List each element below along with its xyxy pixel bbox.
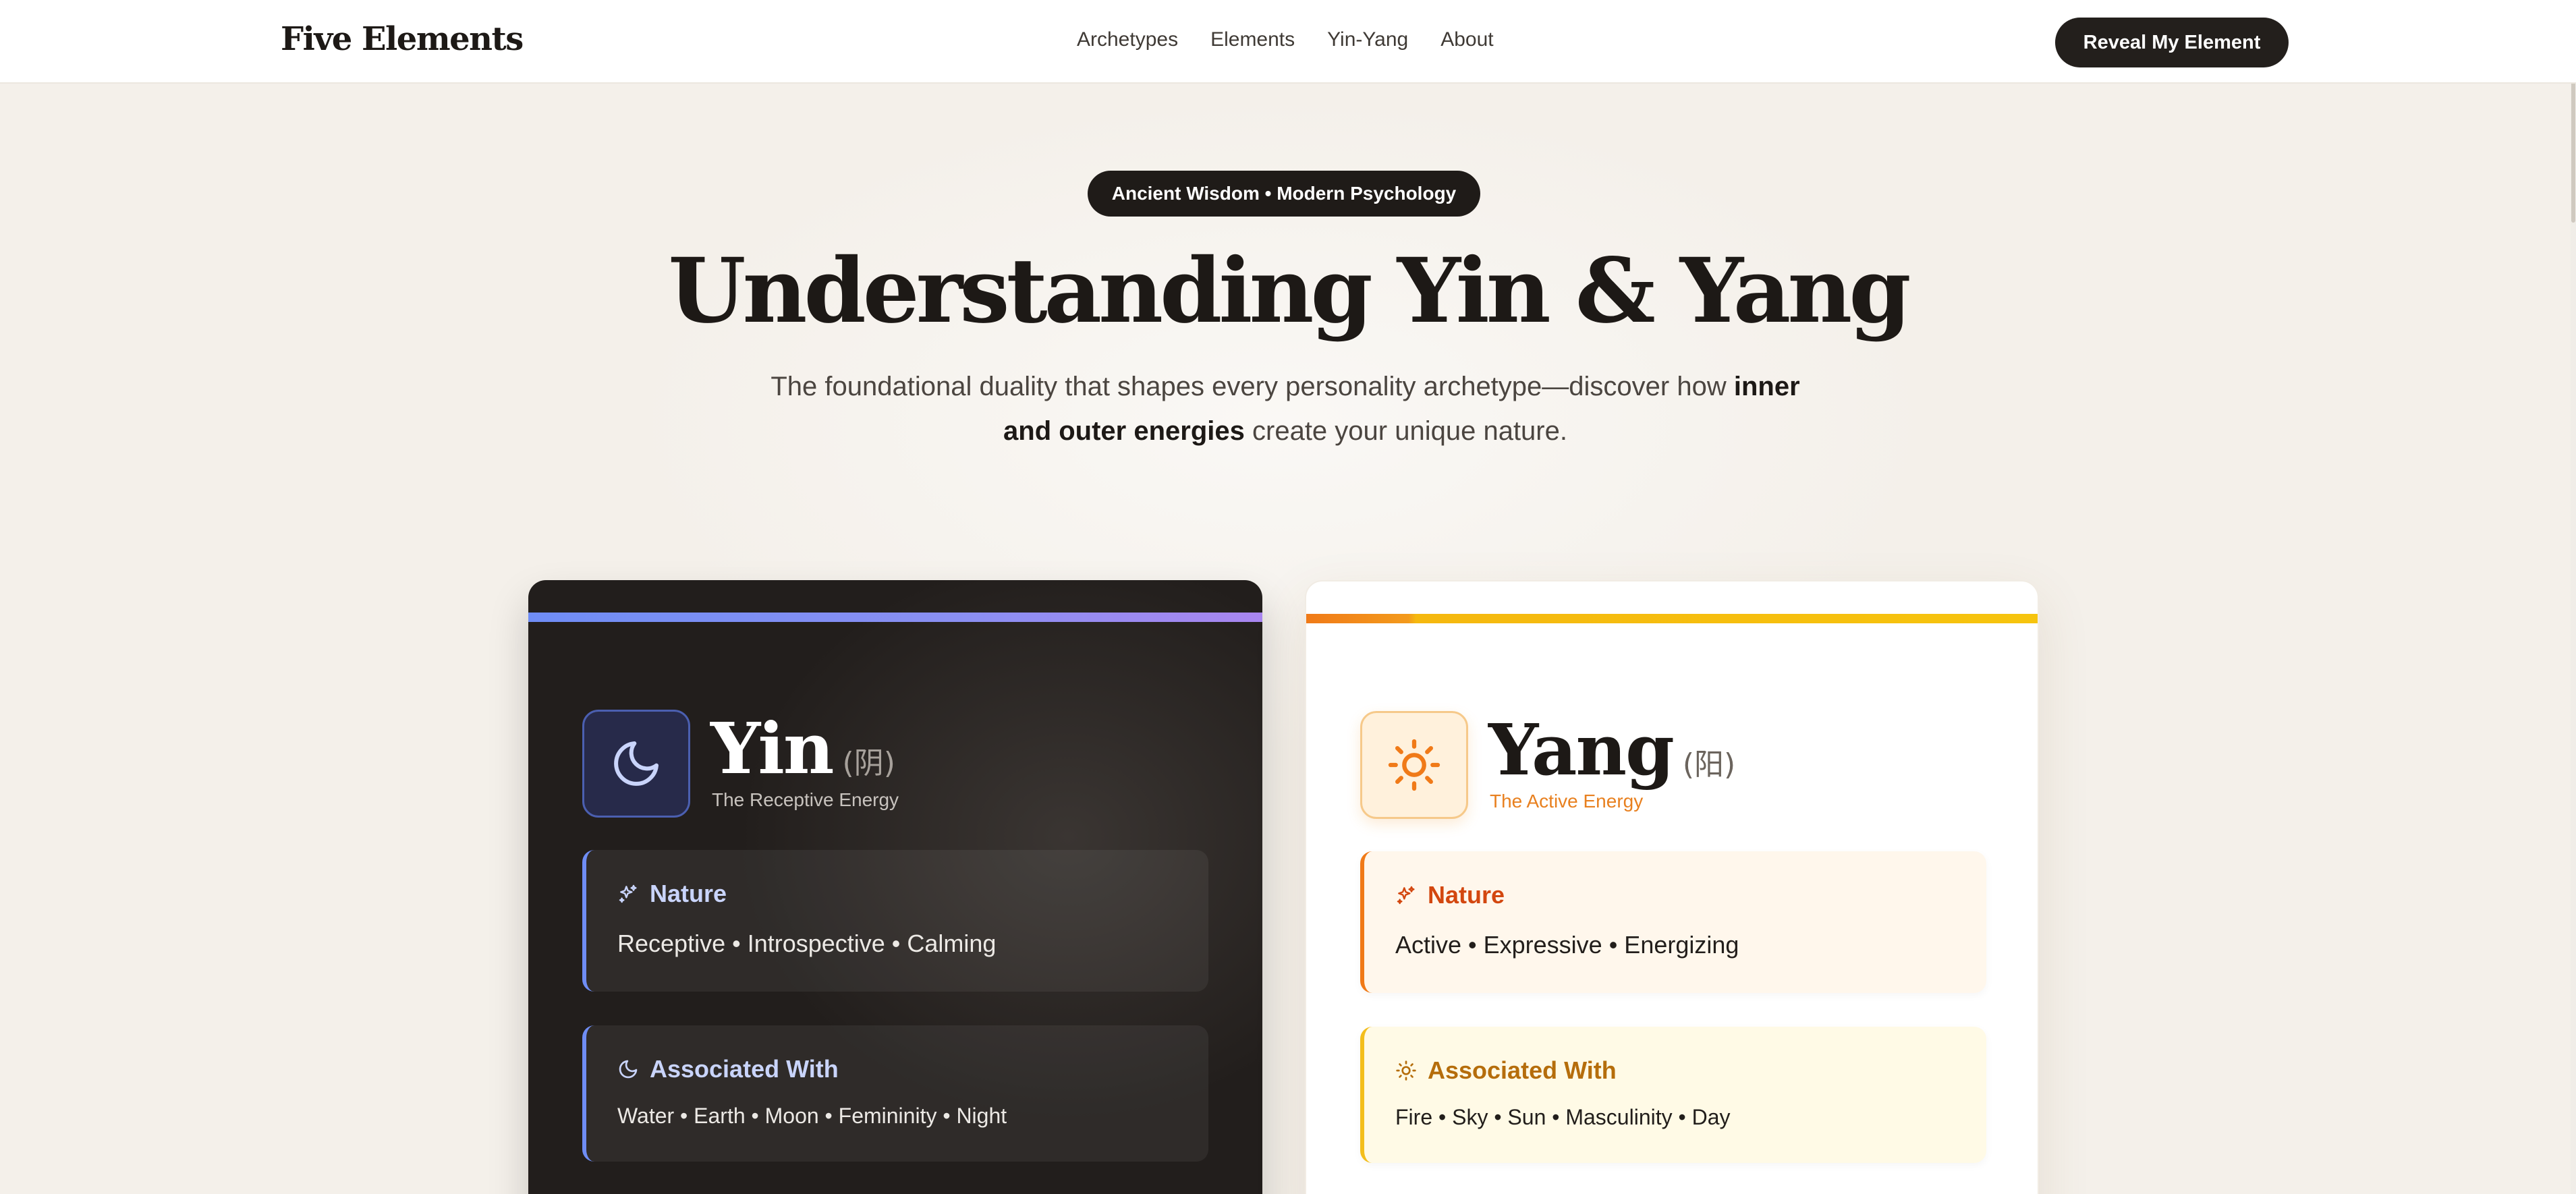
yang-associations-panel: Associated With Fire • Sky • Sun • Mascu… (1360, 1027, 1986, 1163)
yang-tagline: The Active Energy (1490, 791, 1644, 812)
yang-nature-panel: Nature Active • Expressive • Energizing (1360, 851, 1986, 993)
sparkles-icon (1397, 886, 1415, 905)
yin-nature-text: Receptive • Introspective • Calming (617, 930, 997, 957)
yang-name: Yang (1488, 708, 1675, 791)
yang-nature-text: Active • Expressive • Energizing (1395, 931, 1739, 959)
yin-associations-title: Associated With (650, 1055, 839, 1083)
sun-icon (1388, 739, 1440, 791)
hero-badge: Ancient Wisdom • Modern Psychology (1088, 171, 1480, 217)
yang-associations-text: Fire • Sky • Sun • Masculinity • Day (1395, 1105, 1731, 1129)
main-nav: Archetypes Elements Yin-Yang About (1077, 28, 1494, 51)
yin-card: Yin (阴) The Receptive Energy Nature Recep… (528, 580, 1262, 1194)
nav-link-archetypes[interactable]: Archetypes (1077, 28, 1178, 51)
nav-link-elements[interactable]: Elements (1210, 28, 1295, 51)
yang-chinese: (阳) (1682, 747, 1736, 782)
moon-icon (619, 1060, 638, 1079)
scrollbar[interactable] (2571, 0, 2576, 1194)
yang-associations-heading: Associated With (1395, 1056, 1617, 1085)
yang-associations-title: Associated With (1428, 1056, 1617, 1084)
yang-nature-title: Nature (1428, 881, 1505, 909)
hero-subtitle-text: The foundational duality that shapes eve… (771, 372, 1734, 401)
reveal-my-element-button[interactable]: Reveal My Element (2055, 18, 2289, 67)
yang-accent-bar (1306, 614, 2038, 623)
yin-associations-panel: Associated With Water • Earth • Moon • F… (582, 1025, 1208, 1162)
top-navigation-bar: Five Elements Archetypes Elements Yin-Ya… (0, 0, 2576, 84)
page-title: Understanding Yin & Yang (668, 239, 1911, 343)
hero-subtitle: The foundational duality that shapes eve… (769, 364, 1801, 453)
hero-subtitle-text-end: create your unique nature. (1244, 416, 1567, 446)
yin-tagline: The Receptive Energy (712, 789, 899, 810)
yin-associations-heading: Associated With (617, 1055, 839, 1083)
yin-emblem (582, 710, 690, 818)
yin-accent-bar (528, 613, 1262, 622)
yin-nature-panel: Nature Receptive • Introspective • Calmi… (582, 850, 1208, 992)
moon-icon (614, 741, 659, 786)
nav-link-yin-yang[interactable]: Yin-Yang (1327, 28, 1408, 51)
brand-logo[interactable]: Five Elements (281, 20, 524, 58)
sun-icon (1396, 1060, 1416, 1081)
sparkles-icon (619, 884, 637, 903)
yin-nature-heading: Nature (617, 880, 727, 908)
yang-nature-heading: Nature (1395, 881, 1505, 909)
nav-link-about[interactable]: About (1440, 28, 1493, 51)
yin-name: Yin (710, 707, 835, 790)
yin-chinese: (阴) (842, 746, 895, 780)
yin-nature-title: Nature (650, 880, 727, 907)
yin-associations-text: Water • Earth • Moon • Femininity • Nigh… (617, 1104, 1007, 1128)
yang-card: Yang (阳) The Active Energy Nature Active … (1305, 580, 2039, 1194)
yang-emblem (1360, 711, 1468, 819)
